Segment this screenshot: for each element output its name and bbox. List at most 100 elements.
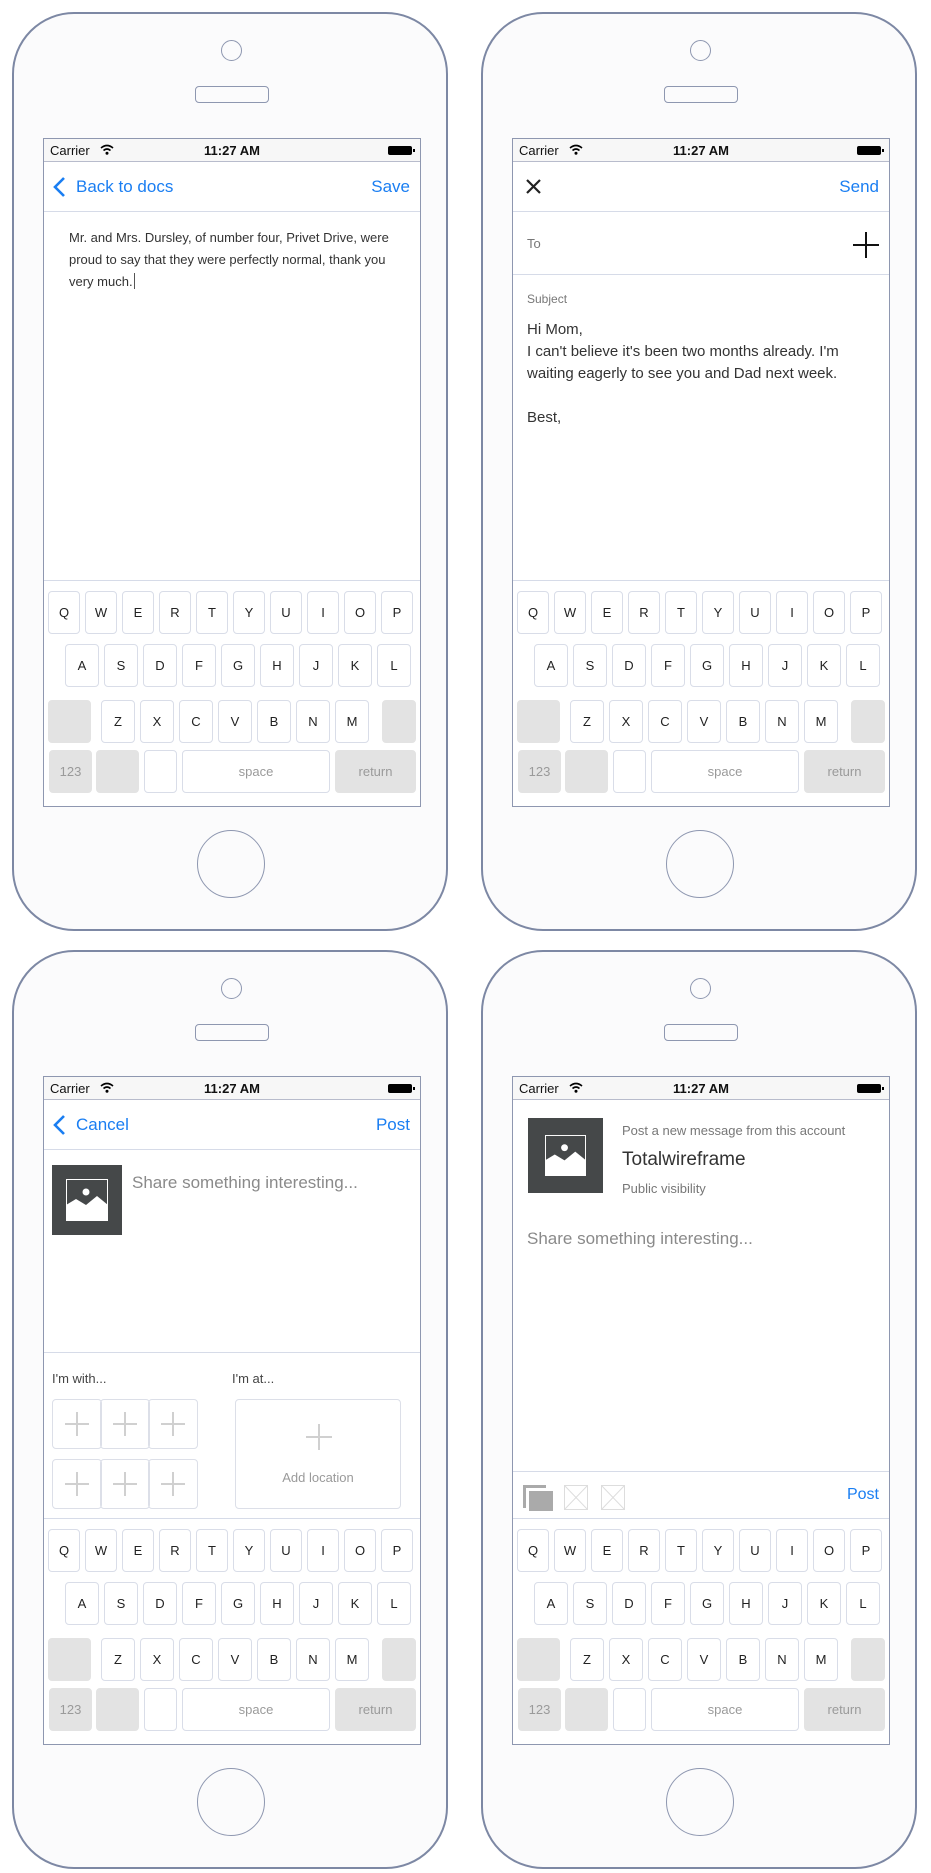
- key-o[interactable]: O: [344, 591, 376, 634]
- key-a[interactable]: A: [534, 644, 568, 687]
- key-e[interactable]: E: [122, 1529, 154, 1572]
- key-f[interactable]: F: [182, 644, 216, 687]
- key-d[interactable]: D: [143, 644, 177, 687]
- key-d[interactable]: D: [612, 644, 646, 687]
- space-key[interactable]: space: [182, 750, 330, 793]
- key-u[interactable]: U: [270, 1529, 302, 1572]
- key-q[interactable]: Q: [517, 591, 549, 634]
- add-location-button[interactable]: Add location: [235, 1399, 401, 1509]
- key-u[interactable]: U: [739, 591, 771, 634]
- key-m[interactable]: M: [335, 700, 369, 743]
- globe-key[interactable]: [144, 750, 177, 793]
- key-t[interactable]: T: [665, 1529, 697, 1572]
- key-n[interactable]: N: [765, 1638, 799, 1681]
- key-w[interactable]: W: [554, 591, 586, 634]
- key-j[interactable]: J: [299, 1582, 333, 1625]
- numbers-key[interactable]: 123: [518, 1688, 561, 1731]
- delete-key[interactable]: [382, 1638, 416, 1681]
- key-j[interactable]: J: [768, 644, 802, 687]
- home-button[interactable]: [666, 830, 734, 898]
- key-l[interactable]: L: [846, 644, 880, 687]
- key-r[interactable]: R: [159, 1529, 191, 1572]
- globe-key[interactable]: [613, 1688, 646, 1731]
- document-text-area[interactable]: Mr. and Mrs. Dursley, of number four, Pr…: [69, 227, 398, 293]
- key-w[interactable]: W: [554, 1529, 586, 1572]
- key-y[interactable]: Y: [233, 1529, 265, 1572]
- return-key[interactable]: return: [804, 1688, 885, 1731]
- key-b[interactable]: B: [726, 700, 760, 743]
- globe-key[interactable]: [613, 750, 646, 793]
- attachment-placeholder-icon[interactable]: [564, 1485, 588, 1510]
- add-person-tile[interactable]: [100, 1459, 150, 1509]
- key-p[interactable]: P: [381, 1529, 413, 1572]
- key-p[interactable]: P: [850, 591, 882, 634]
- space-key[interactable]: space: [182, 1688, 330, 1731]
- key-r[interactable]: R: [628, 1529, 660, 1572]
- key-z[interactable]: Z: [570, 1638, 604, 1681]
- key-c[interactable]: C: [648, 700, 682, 743]
- return-key[interactable]: return: [804, 750, 885, 793]
- post-button[interactable]: Post: [847, 1486, 879, 1504]
- emoji-key[interactable]: [96, 750, 139, 793]
- to-field[interactable]: To: [513, 212, 889, 275]
- emoji-key[interactable]: [565, 1688, 608, 1731]
- key-i[interactable]: I: [307, 1529, 339, 1572]
- key-g[interactable]: G: [690, 644, 724, 687]
- key-y[interactable]: Y: [233, 591, 265, 634]
- key-h[interactable]: H: [729, 644, 763, 687]
- key-s[interactable]: S: [573, 1582, 607, 1625]
- key-w[interactable]: W: [85, 591, 117, 634]
- add-person-tile[interactable]: [52, 1459, 102, 1509]
- key-f[interactable]: F: [651, 1582, 685, 1625]
- key-a[interactable]: A: [534, 1582, 568, 1625]
- key-e[interactable]: E: [591, 591, 623, 634]
- key-u[interactable]: U: [739, 1529, 771, 1572]
- add-recipient-icon[interactable]: [853, 232, 879, 258]
- key-v[interactable]: V: [218, 700, 252, 743]
- image-placeholder[interactable]: [52, 1165, 122, 1235]
- gallery-icon[interactable]: [523, 1485, 553, 1511]
- key-x[interactable]: X: [609, 700, 643, 743]
- shift-key[interactable]: [48, 1638, 91, 1681]
- globe-key[interactable]: [144, 1688, 177, 1731]
- key-y[interactable]: Y: [702, 591, 734, 634]
- key-i[interactable]: I: [307, 591, 339, 634]
- key-f[interactable]: F: [651, 644, 685, 687]
- key-t[interactable]: T: [665, 591, 697, 634]
- numbers-key[interactable]: 123: [518, 750, 561, 793]
- key-v[interactable]: V: [687, 1638, 721, 1681]
- key-x[interactable]: X: [140, 1638, 174, 1681]
- key-p[interactable]: P: [381, 591, 413, 634]
- delete-key[interactable]: [851, 700, 885, 743]
- key-p[interactable]: P: [850, 1529, 882, 1572]
- key-q[interactable]: Q: [48, 591, 80, 634]
- add-person-tile[interactable]: [52, 1399, 102, 1449]
- add-person-tile[interactable]: [148, 1459, 198, 1509]
- key-j[interactable]: J: [299, 644, 333, 687]
- key-g[interactable]: G: [690, 1582, 724, 1625]
- key-e[interactable]: E: [122, 591, 154, 634]
- home-button[interactable]: [197, 830, 265, 898]
- post-text-input[interactable]: Share something interesting...: [132, 1173, 358, 1193]
- post-button[interactable]: Post: [376, 1115, 410, 1135]
- emoji-key[interactable]: [565, 750, 608, 793]
- key-i[interactable]: I: [776, 591, 808, 634]
- key-n[interactable]: N: [296, 700, 330, 743]
- shift-key[interactable]: [517, 700, 560, 743]
- key-z[interactable]: Z: [570, 700, 604, 743]
- key-i[interactable]: I: [776, 1529, 808, 1572]
- key-k[interactable]: K: [338, 1582, 372, 1625]
- key-m[interactable]: M: [335, 1638, 369, 1681]
- key-j[interactable]: J: [768, 1582, 802, 1625]
- key-s[interactable]: S: [573, 644, 607, 687]
- key-k[interactable]: K: [338, 644, 372, 687]
- save-button[interactable]: Save: [371, 177, 410, 197]
- delete-key[interactable]: [851, 1638, 885, 1681]
- key-w[interactable]: W: [85, 1529, 117, 1572]
- key-h[interactable]: H: [729, 1582, 763, 1625]
- key-y[interactable]: Y: [702, 1529, 734, 1572]
- key-u[interactable]: U: [270, 591, 302, 634]
- back-to-docs-button[interactable]: Back to docs: [52, 176, 173, 198]
- key-t[interactable]: T: [196, 591, 228, 634]
- home-button[interactable]: [197, 1768, 265, 1836]
